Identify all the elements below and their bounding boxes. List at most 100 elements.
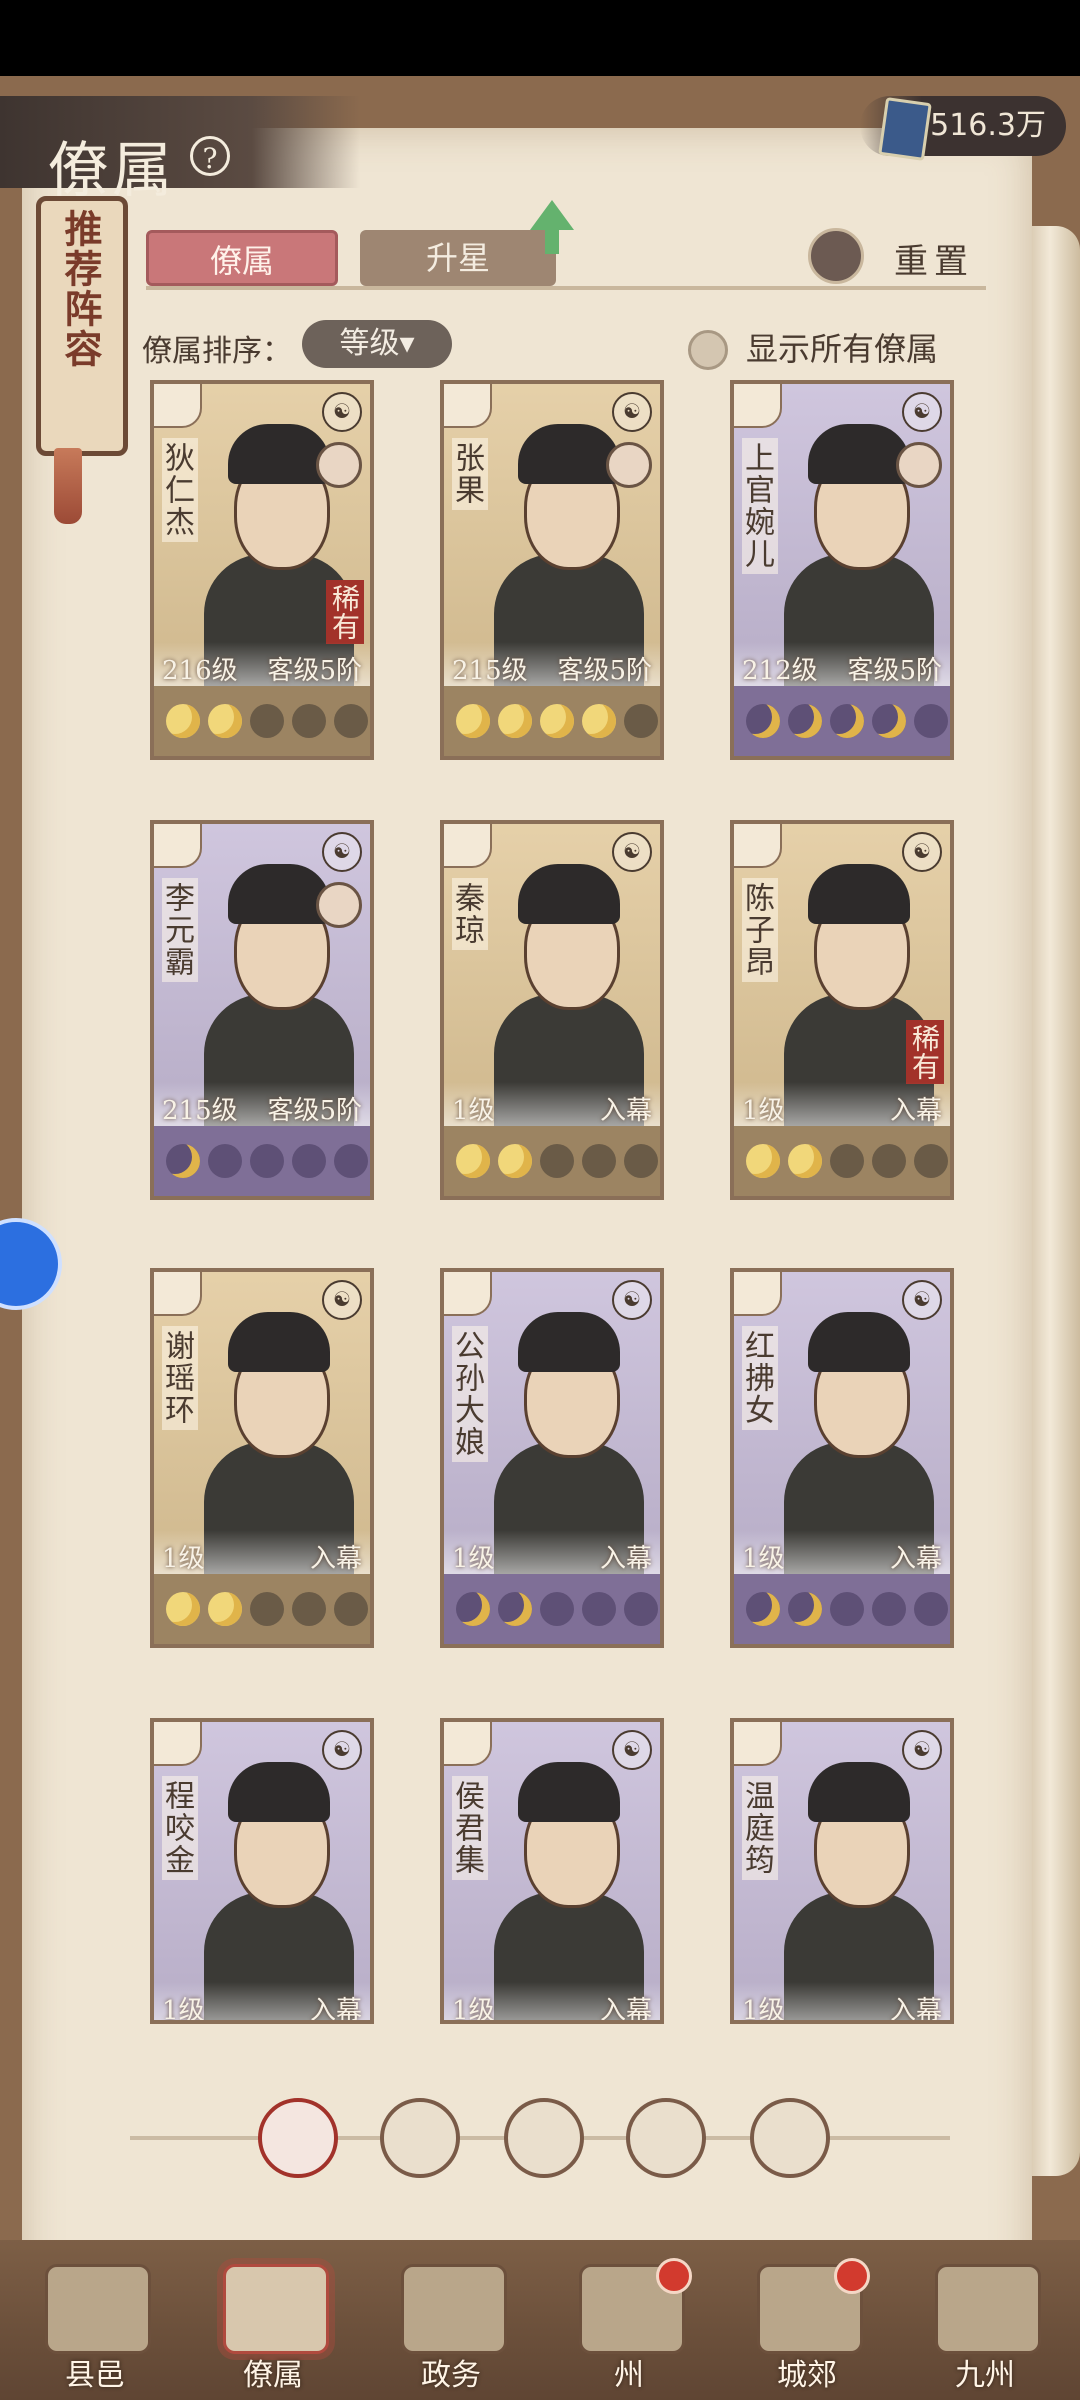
faction-icon [734,824,782,868]
stage-text: 入幕 [309,1996,362,2024]
all-faction-icon[interactable] [258,2098,338,2178]
character-name: 张果 [449,438,488,510]
star-lit-icon [166,1592,200,1626]
nav-prefecture[interactable]: 州 [554,2240,704,2400]
nav-suburbs[interactable]: 城郊 [732,2240,882,2400]
subordinate-card[interactable]: ☯ 秦琼 1级 入幕 [440,820,664,1200]
lion-faction-icon[interactable] [750,2098,830,2178]
currency-amount: 516.3万 [930,108,1046,143]
sort-dropdown[interactable]: 等级▾ [302,320,452,368]
help-icon[interactable]: ? [190,136,230,176]
portrait-hat [518,1762,620,1822]
portrait-hat [808,424,910,484]
stage-text: 入幕 [889,1544,942,1574]
subordinate-card[interactable]: ☯ 上官婉儿 212级 客级5阶 [730,380,954,760]
subordinate-card[interactable]: ☯ 红拂女 1级 入幕 [730,1268,954,1648]
stage-text: 客级5阶 [847,656,942,686]
recommend-lineup-button[interactable]: 推荐阵容 [36,196,128,456]
stage-text: 入幕 [599,1096,652,1126]
star-empty-icon [624,704,658,738]
nav-subordinates-icon [223,2264,329,2354]
star-lit-icon [582,704,616,738]
stage-text: 入幕 [889,1996,942,2024]
nav-county[interactable]: 县邑 [20,2240,170,2400]
level-text: 1级 [452,1096,495,1126]
faction-icon [444,384,492,428]
currency-display[interactable]: 516.3万 [860,96,1066,161]
star-lit-icon [788,704,822,738]
subordinate-card[interactable]: ☯ 程咬金 1级 入幕 [150,1718,374,2024]
tab-divider [146,286,986,290]
gourd-faction-icon[interactable] [504,2098,584,2178]
card-info-bar: 1级 入幕 [734,1082,950,1126]
level-text: 216级 [162,656,238,686]
partner-avatar [896,442,942,488]
portrait-hat [228,864,330,924]
fan-faction-icon[interactable] [626,2098,706,2178]
star-empty-icon [914,704,948,738]
faction-icon [154,384,202,428]
star-empty-icon [250,704,284,738]
reset-button[interactable]: 重置 [808,228,998,284]
star-empty-icon [540,1144,574,1178]
star-empty-icon [830,1144,864,1178]
reset-label: 重置 [894,242,974,282]
portrait-hat [228,1312,330,1372]
subordinate-card[interactable]: ☯ 公孙大娘 1级 入幕 [440,1268,664,1648]
subordinate-card[interactable]: ☯ 张果 215级 客级5阶 [440,380,664,760]
level-text: 1级 [742,1544,785,1574]
star-rating [154,686,370,756]
nav-government[interactable]: 政务 [376,2240,526,2400]
star-empty-icon [250,1144,284,1178]
portrait-hat [518,864,620,924]
character-name: 侯君集 [449,1776,488,1880]
element-icon: ☯ [902,1280,942,1320]
subordinate-card[interactable]: ☯ 李元霸 215级 客级5阶 [150,820,374,1200]
level-text: 1级 [742,1996,785,2024]
tassel-decoration [54,448,82,524]
element-icon: ☯ [612,392,652,432]
tab-star-up[interactable]: 升星 [360,230,556,286]
tab-subordinates[interactable]: 僚属 [146,230,338,286]
nav-county-icon [45,2264,151,2354]
star-rating [444,1574,660,1644]
show-all-radio[interactable] [688,330,728,370]
nav-label: 九州 [955,2358,1015,2393]
character-name: 上官婉儿 [739,438,778,574]
star-lit-icon [456,704,490,738]
nav-nine-states[interactable]: 九州 [910,2240,1060,2400]
stage-text: 入幕 [309,1544,362,1574]
level-text: 1级 [162,1544,205,1574]
card-info-bar: 212级 客级5阶 [734,642,950,686]
notification-badge [656,2258,692,2294]
portrait-hat [808,864,910,924]
nav-subordinates[interactable]: 僚属 [198,2240,348,2400]
nav-label: 城郊 [777,2358,837,2393]
subordinate-card[interactable]: ☯ 谢瑶环 1级 入幕 [150,1268,374,1648]
level-text: 1级 [452,1996,495,2024]
star-lit-icon [456,1592,490,1626]
star-empty-icon [540,1592,574,1626]
faction-icon [444,824,492,868]
bell-faction-icon[interactable] [380,2098,460,2178]
star-lit-icon [788,1144,822,1178]
page-edge [1030,226,1080,2176]
nav-label: 县邑 [65,2358,125,2393]
upgrade-arrow-stem [545,228,559,254]
portrait-hat [228,1762,330,1822]
partner-avatar [316,442,362,488]
subordinate-card[interactable]: ☯ 侯君集 1级 入幕 [440,1718,664,2024]
partner-avatar [606,442,652,488]
subordinate-card[interactable]: ☯ 狄仁杰 稀有 216级 客级5阶 [150,380,374,760]
portrait-hat [228,424,330,484]
star-lit-icon [208,704,242,738]
star-empty-icon [334,1144,368,1178]
card-info-bar: 215级 客级5阶 [444,642,660,686]
star-lit-icon [498,704,532,738]
element-icon: ☯ [902,1730,942,1770]
element-icon: ☯ [322,392,362,432]
character-name: 公孙大娘 [449,1326,488,1462]
subordinate-card[interactable]: ☯ 温庭筠 1级 入幕 [730,1718,954,2024]
subordinate-card[interactable]: ☯ 陈子昂 稀有 1级 入幕 [730,820,954,1200]
stage-text: 入幕 [599,1544,652,1574]
